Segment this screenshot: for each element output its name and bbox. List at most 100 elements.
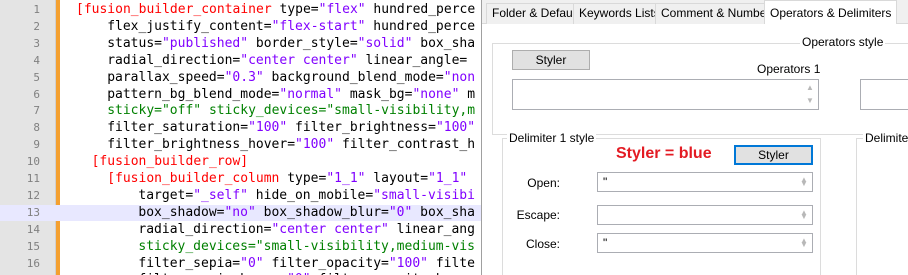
code-token: parallax_speed=	[107, 69, 225, 85]
code-token: type=	[279, 2, 319, 17]
code-token: target=	[138, 187, 194, 203]
code-token: box_shadow_blur=	[255, 204, 389, 220]
escape-field-spin[interactable]: ▲ ▼	[798, 208, 810, 222]
code-token: "1_1"	[428, 171, 468, 186]
close-field-spin[interactable]: ▲ ▼	[798, 236, 810, 250]
code-token: [fusion_builder_row]	[91, 154, 249, 170]
code-token: filte	[428, 255, 475, 271]
operators-style-label: Operators style	[800, 35, 886, 49]
code-text: flex_justify_content="flex-start" hundre…	[107, 19, 475, 35]
open-value: "	[603, 175, 608, 189]
line-number: 5	[33, 70, 40, 84]
code-token: "_self"	[193, 187, 248, 203]
spin-down-icon[interactable]: ▼	[798, 179, 810, 189]
styler-annotation: Styler = blue	[616, 145, 712, 162]
code-token: "non	[443, 69, 476, 85]
code-token: "no"	[224, 204, 256, 220]
code-text: filter_saturation="100" filter_brightnes…	[107, 120, 475, 136]
code-token: "solid"	[357, 35, 413, 51]
line-number: 13	[26, 205, 40, 219]
line-number: 15	[26, 239, 40, 253]
code-token: filter_brightness=	[287, 120, 436, 136]
code-token: "flex"	[318, 2, 366, 17]
close-value: "	[603, 236, 608, 250]
code-text: box_shadow="no" box_shadow_blur="0" box_…	[138, 205, 475, 221]
close-field[interactable]: " ▲ ▼	[597, 233, 813, 253]
code-token: layout=	[365, 171, 429, 186]
code-text: filter_brightness_hover="100" filter_con…	[107, 137, 475, 153]
code-token: type=	[287, 171, 327, 186]
operators1-label: Operators 1	[757, 62, 821, 76]
code-token: "small-visibility,m	[326, 103, 476, 119]
code-text: pattern_bg_blend_mode="normal" mask_bg="…	[107, 87, 475, 103]
delimiter1-style-label: Delimiter 1 style	[507, 131, 597, 145]
tab-operators-delimiters[interactable]: Operators & Delimiters	[764, 0, 898, 25]
line-number: 2	[33, 19, 40, 33]
code-token: linear_ang	[388, 221, 475, 237]
code-token: "small-visibi	[373, 187, 475, 203]
code-token: "100"	[248, 120, 288, 136]
line-number: 7	[33, 104, 40, 118]
code-token: status=	[107, 35, 162, 51]
line-number: 9	[33, 138, 40, 152]
code-text: [fusion_builder_row]	[92, 154, 249, 170]
code-token: hide_on_mobile=	[247, 187, 374, 203]
scroll-up-icon[interactable]: ▲	[804, 83, 816, 93]
operators2-textarea[interactable]	[860, 79, 908, 110]
code-token: filter_brightness_hover=	[107, 137, 296, 153]
code-text: sticky_devices="small-visibility,medium-…	[138, 239, 475, 255]
code-token: box_sha	[412, 35, 476, 51]
code-token: "100"	[435, 120, 476, 136]
code-token: "none"	[412, 86, 460, 102]
code-token: mask_bg=	[342, 86, 413, 102]
code-token: background_blend_mode=	[263, 69, 444, 85]
code-token: pattern_bg_blend_mode=	[107, 86, 280, 102]
code-text: [fusion_builder_column type="1_1" layout…	[107, 171, 467, 187]
line-number: 14	[26, 222, 40, 236]
line-number: 1	[33, 3, 40, 16]
code-token: "small-visibility,medium-vis	[255, 238, 475, 254]
spin-down-icon[interactable]: ▼	[798, 212, 810, 222]
operators-styler-button[interactable]: Styler	[512, 50, 590, 70]
code-token: m	[459, 86, 476, 102]
tab-folder-default[interactable]: Folder & Default	[486, 3, 585, 24]
code-token: box_sha	[412, 204, 475, 220]
tab-keywords-lists[interactable]: Keywords Lists	[573, 3, 666, 24]
style-configurator-dialog: Folder & Default Keywords Lists Comment …	[481, 0, 908, 275]
code-token: "normal"	[279, 86, 342, 102]
line-number: 16	[26, 256, 40, 270]
code-token: "flex-start"	[271, 18, 366, 34]
code-token: "center center"	[271, 221, 389, 237]
code-token: filter_saturation=	[107, 120, 249, 136]
tab-comment-number[interactable]: Comment & Number	[655, 3, 777, 24]
escape-label: Escape:	[516, 208, 560, 222]
code-token: "1_1"	[326, 171, 366, 186]
code-token: radial_direction=	[138, 221, 272, 237]
code-token: "center center"	[240, 52, 358, 68]
code-text: target="_self" hide_on_mobile="small-vis…	[138, 188, 475, 204]
line-number: 6	[33, 87, 40, 101]
code-token: "0.3"	[224, 69, 264, 85]
code-token: "0"	[240, 255, 264, 271]
open-field[interactable]: " ▲ ▼	[597, 172, 813, 192]
scroll-down-icon[interactable]: ▼	[804, 96, 816, 106]
open-field-spin[interactable]: ▲ ▼	[798, 175, 810, 189]
spin-down-icon[interactable]: ▼	[798, 240, 810, 250]
code-token: hundred_perce	[365, 2, 476, 17]
line-number: 4	[33, 53, 40, 67]
code-token: [fusion_builder_container	[76, 2, 280, 17]
escape-field[interactable]: ▲ ▼	[597, 205, 813, 225]
code-token: sticky_devices=	[201, 103, 327, 119]
tab-bar: Folder & Default Keywords Lists Comment …	[482, 0, 908, 25]
code-token: sticky_devices=	[138, 238, 256, 254]
operators1-scroll[interactable]: ▲ ▼	[804, 82, 816, 107]
code-text: sticky="off" sticky_devices="small-visib…	[107, 103, 475, 119]
delimiter2-style-group	[856, 138, 908, 275]
code-text: radial_direction="center center" linear_…	[107, 53, 467, 69]
code-token: flex_justify_content=	[107, 18, 272, 34]
line-number: 12	[26, 188, 40, 202]
delimiter1-styler-button[interactable]: Styler	[734, 145, 813, 165]
line-number: 3	[33, 36, 40, 50]
code-token: filter_contrast_h	[334, 137, 476, 153]
operators1-textarea[interactable]: ▲ ▼	[512, 79, 819, 110]
